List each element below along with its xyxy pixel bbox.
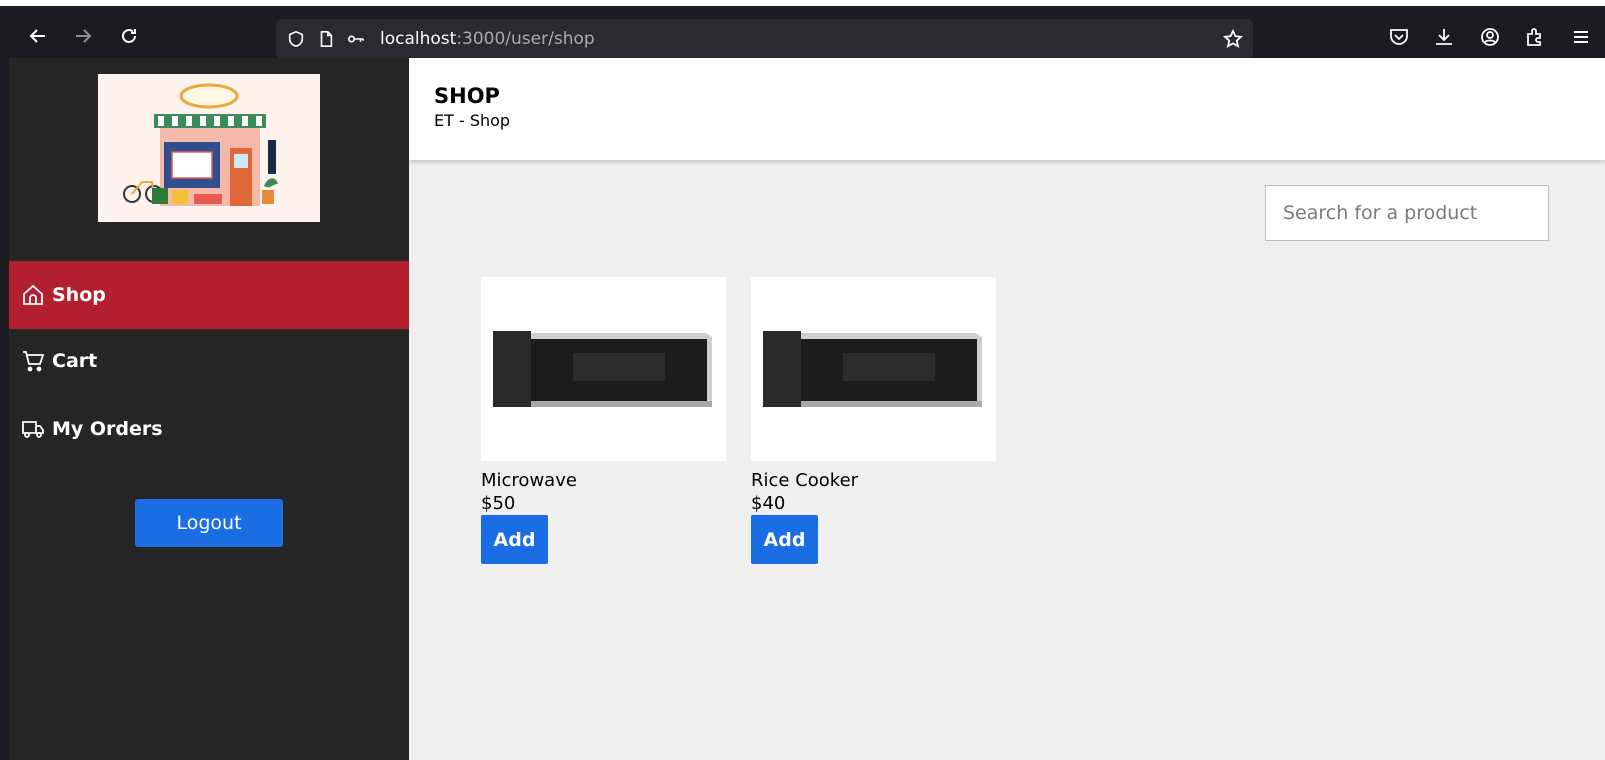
url-text[interactable]: localhost:3000/user/shop — [380, 29, 595, 49]
key-icon[interactable] — [346, 29, 366, 49]
sidebar-item-label: My Orders — [52, 418, 163, 440]
product-name: Microwave — [481, 470, 577, 491]
browser-toolbar: localhost:3000/user/shop — [0, 0, 1605, 59]
product-card: Microwave $50 Add — [481, 277, 726, 564]
bookmark-star-icon[interactable] — [1222, 28, 1244, 49]
extensions-icon[interactable] — [1524, 26, 1546, 48]
cart-icon — [23, 351, 45, 372]
logout-button[interactable]: Logout — [135, 499, 283, 547]
url-bar[interactable]: localhost:3000/user/shop — [276, 19, 1253, 59]
page-icon[interactable] — [316, 29, 336, 49]
reload-icon — [122, 28, 136, 43]
window-edge — [0, 58, 9, 760]
product-price: $40 — [751, 493, 786, 514]
page-title: SHOP — [434, 84, 500, 108]
product-name: Rice Cooker — [751, 470, 859, 491]
add-to-cart-button[interactable]: Add — [481, 515, 548, 564]
product-image — [481, 277, 726, 461]
page-header: SHOP ET - Shop — [409, 58, 1605, 160]
search-input[interactable] — [1265, 185, 1549, 241]
download-icon[interactable] — [1433, 26, 1455, 48]
forward-button[interactable] — [70, 23, 96, 49]
shield-icon[interactable] — [286, 29, 306, 49]
sidebar-item-label: Shop — [52, 284, 106, 306]
add-to-cart-button[interactable]: Add — [751, 515, 818, 564]
product-price: $50 — [481, 493, 516, 514]
sidebar-item-shop[interactable]: Shop — [9, 261, 409, 329]
sidebar-item-label: Cart — [52, 350, 98, 372]
back-button[interactable] — [25, 23, 51, 49]
truck-icon — [22, 421, 44, 438]
reload-button[interactable] — [116, 23, 142, 49]
main-content: SHOP ET - Shop Microwave $50 Add — [409, 58, 1605, 760]
menu-icon[interactable] — [1570, 26, 1592, 48]
home-icon — [23, 284, 43, 305]
product-image — [751, 277, 996, 461]
store-logo — [98, 74, 320, 222]
page-subtitle: ET - Shop — [434, 111, 511, 130]
sidebar-item-cart[interactable]: Cart — [9, 327, 409, 395]
pocket-icon[interactable] — [1388, 26, 1410, 48]
sidebar: Shop Cart My Orders Logout — [9, 58, 409, 760]
forward-arrow-icon — [76, 29, 92, 43]
product-card: Rice Cooker $40 Add — [751, 277, 996, 564]
sidebar-item-my-orders[interactable]: My Orders — [9, 395, 409, 463]
account-icon[interactable] — [1479, 26, 1501, 48]
back-arrow-icon — [29, 29, 45, 43]
